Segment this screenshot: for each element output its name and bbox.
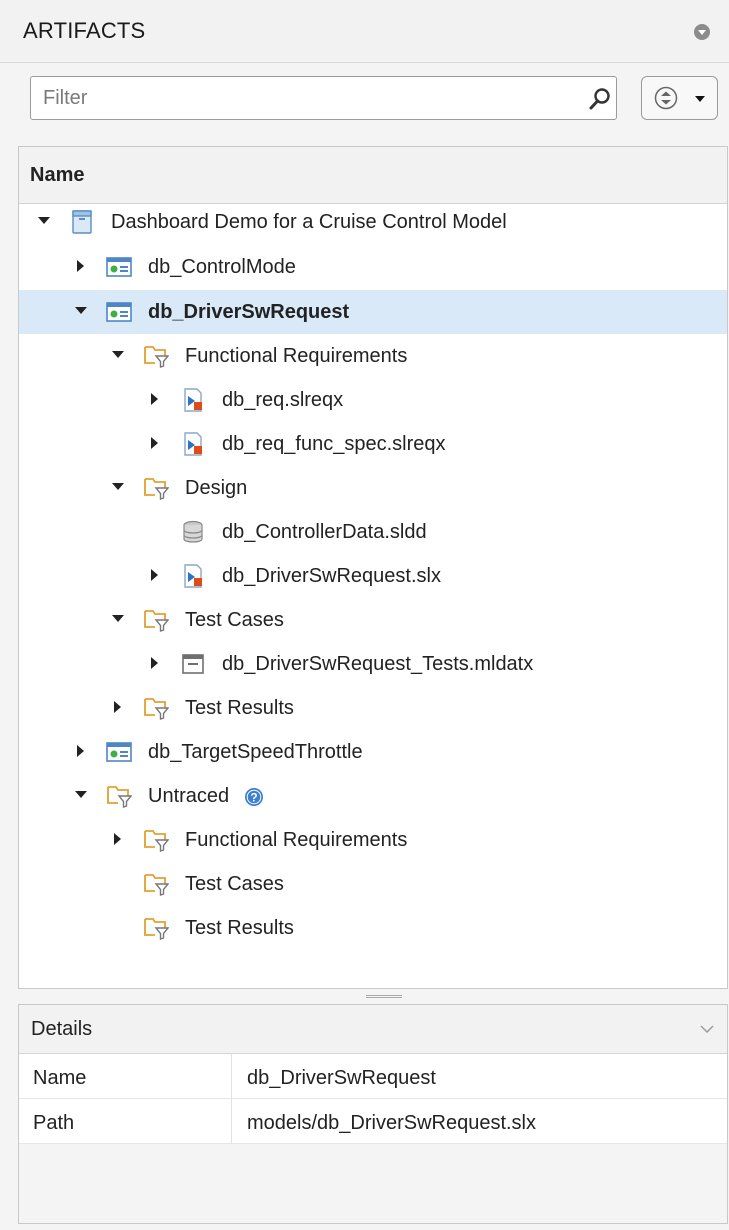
expand-arrow-down-icon[interactable]	[37, 214, 51, 228]
panel-header: ARTIFACTS	[0, 0, 729, 63]
expand-arrow-right-icon[interactable]	[148, 392, 162, 406]
expand-arrow-right-icon[interactable]	[74, 259, 88, 273]
tree-row-label: db_ControllerData.sldd	[222, 521, 427, 543]
chevron-down-icon	[695, 96, 705, 102]
tree-row-label: Test Cases	[185, 609, 284, 631]
folder-filter-icon	[144, 610, 169, 632]
tree-row[interactable]: Test Cases	[19, 598, 727, 642]
svg-text:?: ?	[250, 791, 257, 805]
tree-row-label: db_TargetSpeedThrottle	[148, 741, 363, 763]
tree-row-label: Test Results	[185, 697, 294, 719]
expand-arrow-down-icon[interactable]	[111, 612, 125, 626]
tree-row-label: Dashboard Demo for a Cruise Control Mode…	[111, 211, 507, 233]
question-circle-icon[interactable]: ?	[244, 787, 264, 807]
model-unit-icon	[106, 257, 132, 277]
model-unit-icon	[106, 302, 132, 322]
folder-filter-icon	[144, 346, 169, 368]
tree-row-label: Functional Requirements	[185, 345, 408, 367]
tree-row[interactable]: db_DriverSwRequest	[19, 290, 727, 334]
chevron-down-icon[interactable]	[700, 1024, 714, 1034]
tree-row[interactable]: db_DriverSwRequest.slx	[19, 554, 727, 598]
details-section: Details Name db_DriverSwRequest Path mod…	[18, 1004, 728, 1224]
details-value: db_DriverSwRequest	[247, 1067, 436, 1089]
data-dictionary-icon	[183, 520, 203, 543]
tree-row-label: db_req_func_spec.slreqx	[222, 433, 446, 455]
column-header-label: Name	[30, 164, 85, 186]
requirements-file-icon	[184, 432, 202, 456]
expand-arrow-down-icon[interactable]	[74, 304, 88, 318]
sort-button[interactable]	[641, 76, 718, 120]
expand-arrow-down-icon[interactable]	[111, 348, 125, 362]
tree-row-label: db_req.slreqx	[222, 389, 344, 411]
details-column-divider	[231, 1099, 232, 1144]
tree-row[interactable]: Test Results	[19, 686, 727, 730]
tree-row[interactable]: db_ControlMode	[19, 245, 727, 289]
requirements-file-icon	[184, 388, 202, 412]
tree-row-label: Functional Requirements	[185, 829, 408, 851]
tree-row[interactable]: db_DriverSwRequest_Tests.mldatx	[19, 642, 727, 686]
tree-row[interactable]: Untraced?	[19, 774, 727, 818]
model-unit-icon	[106, 742, 132, 762]
details-row-path: Path models/db_DriverSwRequest.slx	[19, 1099, 727, 1144]
details-column-divider	[231, 1054, 232, 1099]
folder-filter-icon	[144, 698, 169, 720]
tree-row-label: db_ControlMode	[148, 256, 296, 278]
tree-row-label: db_DriverSwRequest.slx	[222, 565, 441, 587]
details-header[interactable]: Details	[19, 1005, 727, 1054]
tree-row[interactable]: db_TargetSpeedThrottle	[19, 730, 727, 774]
details-key: Path	[33, 1112, 75, 1134]
simulink-model-icon	[184, 564, 202, 588]
folder-filter-icon	[144, 874, 169, 896]
search-icon[interactable]	[587, 86, 613, 112]
filter-input[interactable]	[31, 77, 583, 119]
sort-updown-icon	[654, 86, 678, 110]
artifacts-tree: Name Dashboard Demo for a Cruise Control…	[18, 146, 728, 989]
expand-arrow-down-icon[interactable]	[111, 480, 125, 494]
tree-row-label: Untraced	[148, 785, 230, 807]
splitter-handle[interactable]	[366, 995, 402, 998]
folder-filter-icon	[144, 478, 169, 500]
tree-row-label: db_DriverSwRequest_Tests.mldatx	[222, 653, 534, 675]
tree-row[interactable]: db_req_func_spec.slreqx	[19, 422, 727, 466]
test-file-icon	[182, 654, 204, 674]
artifacts-panel: ARTIFACTS Name Dashboard Demo for a Crui…	[0, 0, 729, 1230]
folder-filter-icon	[144, 830, 169, 852]
details-title: Details	[31, 1018, 93, 1040]
tree-row[interactable]: Design	[19, 466, 727, 510]
folder-filter-icon	[144, 918, 169, 940]
folder-filter-icon	[107, 786, 132, 808]
tree-row[interactable]: Functional Requirements	[19, 334, 727, 378]
tree-row[interactable]: Test Results	[19, 906, 727, 950]
expand-arrow-right-icon[interactable]	[148, 436, 162, 450]
filter-box[interactable]	[30, 76, 617, 120]
expand-arrow-right-icon[interactable]	[111, 700, 125, 714]
expand-arrow-right-icon[interactable]	[148, 656, 162, 670]
expand-arrow-right-icon[interactable]	[148, 568, 162, 582]
expand-arrow-right-icon[interactable]	[74, 744, 88, 758]
project-icon	[72, 210, 92, 234]
tree-row-label: db_DriverSwRequest	[148, 301, 350, 323]
tree-row[interactable]: db_req.slreqx	[19, 378, 727, 422]
tree-row[interactable]: Functional Requirements	[19, 818, 727, 862]
details-row-name: Name db_DriverSwRequest	[19, 1054, 727, 1099]
tree-row-label: Test Cases	[185, 873, 284, 895]
expand-arrow-down-icon[interactable]	[74, 788, 88, 802]
tree-row[interactable]: db_ControllerData.sldd	[19, 510, 727, 554]
details-value: models/db_DriverSwRequest.slx	[247, 1112, 537, 1134]
tree-row-label: Design	[185, 477, 248, 499]
expand-arrow-right-icon[interactable]	[111, 832, 125, 846]
panel-title: ARTIFACTS	[23, 18, 146, 43]
panel-menu-icon[interactable]	[694, 24, 710, 40]
tree-row[interactable]: Dashboard Demo for a Cruise Control Mode…	[19, 200, 727, 244]
tree-row-label: Test Results	[185, 917, 294, 939]
tree-row[interactable]: Test Cases	[19, 862, 727, 906]
column-header-name[interactable]: Name	[19, 147, 727, 204]
details-key: Name	[33, 1067, 87, 1089]
